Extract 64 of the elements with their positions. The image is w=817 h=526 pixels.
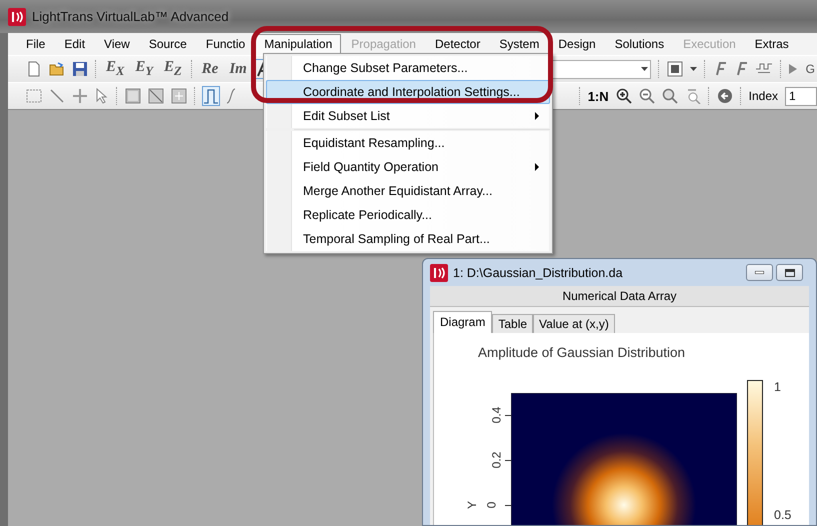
field-component-button[interactable]: E$_{X}$	[104, 58, 126, 80]
tab[interactable]: Value at (x,y)	[533, 314, 615, 333]
maximize-icon	[784, 268, 794, 276]
menu-item[interactable]: Edit Subset List	[266, 104, 550, 128]
axis-tick-label: 0.4	[489, 406, 504, 424]
menu-item[interactable]: Detector	[426, 34, 490, 54]
menu-item[interactable]: Temporal Sampling of Real Part...	[266, 227, 550, 251]
cross-frame-icon[interactable]	[171, 88, 187, 104]
dropdown-caret-icon	[640, 67, 648, 71]
menu-item[interactable]: Extras	[746, 34, 798, 54]
selection-rectangle-icon[interactable]	[26, 88, 42, 104]
menu-item[interactable]: Field Quantity Operation	[266, 155, 550, 179]
zoom-fit-icon[interactable]	[662, 88, 678, 104]
axis-tick-label: 0	[484, 502, 498, 508]
open-folder-icon[interactable]	[49, 61, 65, 77]
maximize-button[interactable]	[776, 264, 803, 281]
menu-item[interactable]: Merge Another Equidistant Array...	[266, 179, 550, 203]
plus-icon[interactable]	[72, 88, 88, 104]
tab[interactable]: Table	[492, 314, 534, 333]
square-icon[interactable]	[666, 61, 683, 77]
field-part-button[interactable]: Im	[227, 60, 249, 78]
grid-icon[interactable]	[125, 88, 141, 104]
dropdown-caret-icon[interactable]	[690, 67, 697, 71]
index-field[interactable]: 1	[785, 86, 817, 106]
menu-item[interactable]: Solutions	[606, 34, 674, 54]
minimize-icon	[755, 271, 764, 274]
field-part-button[interactable]: Re	[200, 60, 220, 78]
tab[interactable]: Diagram	[433, 311, 492, 333]
menu-item[interactable]: Functio	[196, 34, 254, 54]
diagonal-frame-icon[interactable]	[148, 88, 164, 104]
document-type-label: Numerical Data Array	[430, 286, 809, 307]
cursor-icon[interactable]	[95, 88, 109, 104]
colorbar-tick-label: 1	[774, 380, 781, 394]
menu-item[interactable]: Replicate Periodically...	[266, 203, 550, 227]
menu-item[interactable]: System	[490, 34, 548, 54]
field-component-button[interactable]: E$_{Z}$	[162, 58, 184, 80]
window-title: LightTrans VirtualLab™ Advanced	[32, 9, 229, 24]
menu-item[interactable]: Change Subset Parameters...	[266, 56, 550, 80]
plot-title: Amplitude of Gaussian Distribution	[478, 345, 686, 360]
new-document-icon[interactable]	[26, 61, 42, 77]
minimize-button[interactable]	[746, 264, 773, 281]
step-function-icon[interactable]	[203, 87, 219, 105]
app-logo-icon	[8, 8, 26, 26]
curve-icon[interactable]	[226, 87, 236, 105]
menu-item[interactable]: Equidistant Resampling...	[266, 131, 550, 155]
index-label: Index	[748, 89, 778, 103]
line-icon[interactable]	[49, 88, 65, 104]
ratio-dropdown-button[interactable]: 1:N	[588, 88, 609, 104]
app-logo-icon	[430, 264, 448, 282]
zoom-in-icon[interactable]	[616, 88, 632, 104]
field-component-button[interactable]: E$_{Y}$	[133, 58, 156, 80]
menu-item[interactable]: Source	[140, 34, 196, 54]
menu-item[interactable]: File	[17, 34, 54, 54]
colorbar-tick-label: 0.5	[774, 508, 792, 522]
toolbar-button[interactable]: G	[804, 61, 817, 77]
save-icon[interactable]	[72, 61, 88, 77]
axis-tick-label: 0.2	[489, 452, 504, 468]
document-title: 1: D:\Gaussian_Distribution.da	[453, 266, 624, 280]
menu-item[interactable]: Edit	[55, 34, 94, 54]
axis-label: Y	[465, 501, 479, 509]
play-icon[interactable]	[788, 64, 797, 74]
zoom-out-icon[interactable]	[638, 88, 655, 104]
menu-item[interactable]: Design	[549, 34, 605, 54]
menu-item[interactable]: View	[95, 34, 139, 54]
